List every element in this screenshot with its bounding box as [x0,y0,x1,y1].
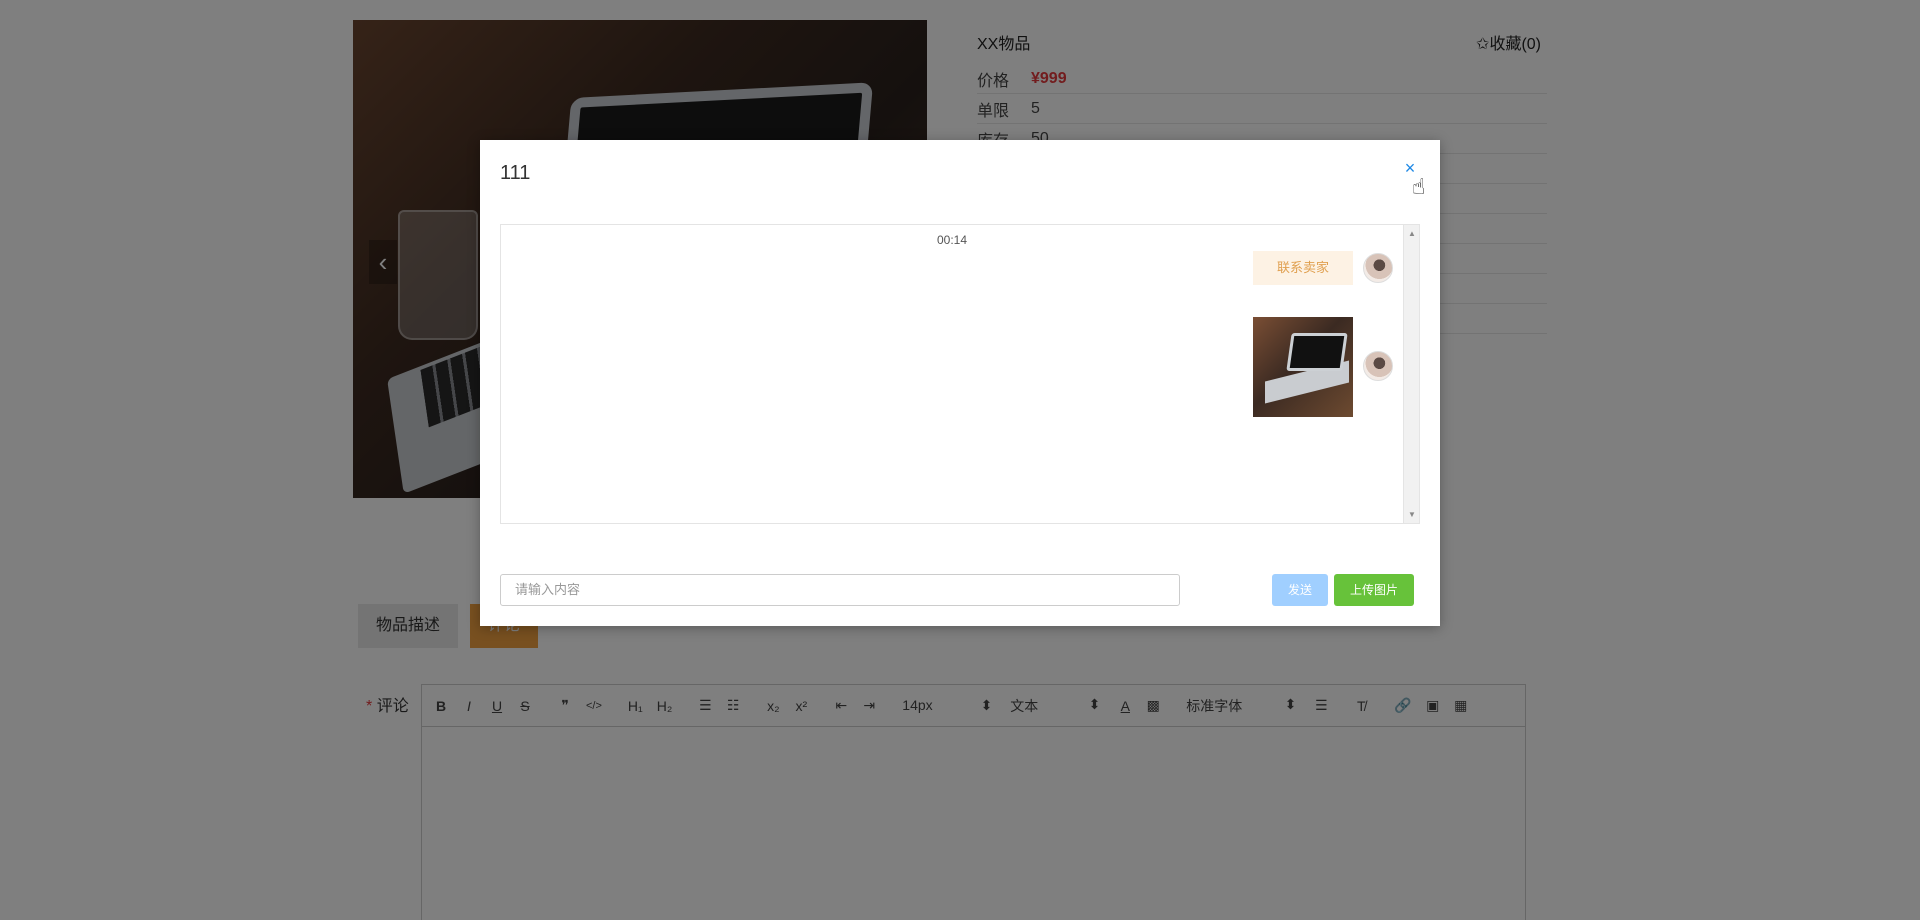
scroll-up-icon[interactable]: ▲ [1404,229,1420,238]
message-input[interactable]: 请输入内容 [500,574,1180,606]
text-message-bubble: 联系卖家 [1253,251,1353,285]
dialog-title: 111 [500,162,531,184]
avatar [1363,253,1393,283]
laptop-thumbnail-screen [1286,333,1348,371]
image-message[interactable] [1253,317,1353,417]
avatar [1363,351,1393,381]
chat-dialog: 111 × 00:14 联系卖家 ▲ ▼ 请输入内容 发送 上传图片 [480,140,1440,626]
send-button[interactable]: 发送 [1272,574,1328,606]
message-timestamp: 00:14 [936,233,968,247]
scroll-down-icon[interactable]: ▼ [1404,510,1420,519]
chat-scrollbar[interactable]: ▲ ▼ [1403,225,1419,523]
upload-image-button[interactable]: 上传图片 [1334,574,1414,606]
pointer-cursor-icon: ☝ [1412,174,1426,199]
chat-message-list[interactable]: 00:14 联系卖家 ▲ ▼ [500,224,1420,524]
